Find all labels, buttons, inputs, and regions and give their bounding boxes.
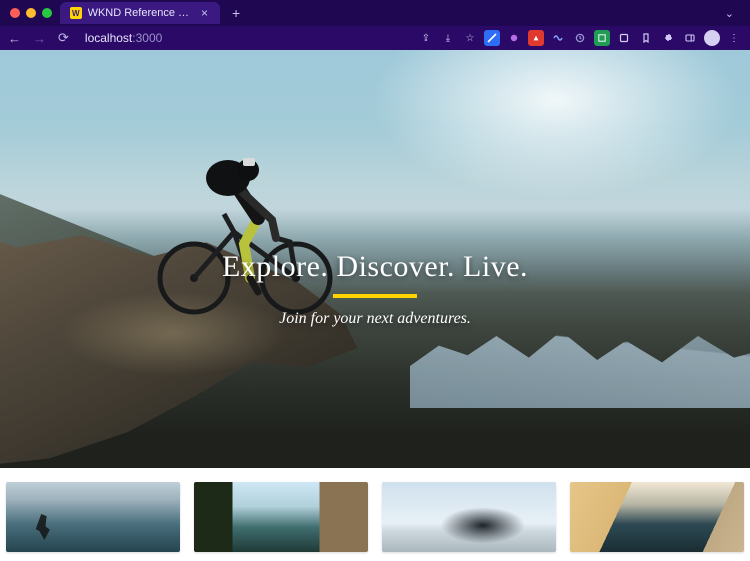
reload-button[interactable]: ⟳	[58, 30, 69, 46]
tab-overflow-chevron-icon[interactable]: ⌄	[719, 7, 740, 20]
hero-subtitle: Join for your next adventures.	[222, 310, 528, 328]
extension-icon[interactable]	[572, 30, 588, 46]
tab-title: WKND Reference Site	[88, 7, 193, 19]
hero-text: Explore. Discover. Live. Join for your n…	[222, 250, 528, 328]
extension-icon[interactable]	[594, 30, 610, 46]
back-button[interactable]: ←	[8, 30, 21, 46]
hero-banner: Explore. Discover. Live. Join for your n…	[0, 50, 750, 468]
adventure-card-row	[0, 468, 750, 561]
hero-title: Explore. Discover. Live.	[222, 250, 528, 284]
side-panel-icon[interactable]	[682, 30, 698, 46]
share-icon[interactable]: ⇪	[418, 30, 434, 46]
extensions-puzzle-icon[interactable]	[660, 30, 676, 46]
download-icon[interactable]: ⤓	[440, 30, 456, 46]
url-host: localhost	[85, 31, 132, 45]
tab-close-button[interactable]: ×	[199, 6, 210, 20]
adventure-card[interactable]	[570, 482, 744, 552]
minimize-window-button[interactable]	[26, 8, 36, 18]
browser-tab[interactable]: W WKND Reference Site ×	[60, 2, 220, 24]
extension-icon[interactable]	[506, 30, 522, 46]
maximize-window-button[interactable]	[42, 8, 52, 18]
extension-icon[interactable]	[616, 30, 632, 46]
extension-icon[interactable]	[528, 30, 544, 46]
tab-favicon: W	[70, 7, 82, 19]
address-bar[interactable]: localhost:3000	[79, 31, 408, 45]
adventure-card[interactable]	[382, 482, 556, 552]
extension-icon[interactable]	[484, 30, 500, 46]
browser-toolbar: ← → ⟳ localhost:3000 ⇪ ⤓ ☆	[0, 26, 750, 50]
profile-avatar[interactable]	[704, 30, 720, 46]
adventure-card[interactable]	[6, 482, 180, 552]
window-traffic-lights	[10, 8, 52, 18]
nav-controls: ← → ⟳	[8, 30, 69, 46]
bookmark-star-icon[interactable]: ☆	[462, 30, 478, 46]
page-viewport[interactable]: Explore. Discover. Live. Join for your n…	[0, 50, 750, 561]
close-window-button[interactable]	[10, 8, 20, 18]
reading-list-icon[interactable]	[638, 30, 654, 46]
tab-strip: W WKND Reference Site × + ⌄	[0, 0, 750, 26]
extension-icon[interactable]	[550, 30, 566, 46]
url-port: :3000	[132, 31, 162, 45]
forward-button[interactable]: →	[33, 30, 46, 46]
adventure-card[interactable]	[194, 482, 368, 552]
toolbar-actions: ⇪ ⤓ ☆	[418, 30, 742, 46]
new-tab-button[interactable]: +	[226, 3, 246, 23]
browser-chrome: W WKND Reference Site × + ⌄ ← → ⟳ localh…	[0, 0, 750, 50]
kebab-menu-icon[interactable]: ⋮	[726, 30, 742, 46]
hero-accent-underline	[333, 294, 417, 298]
